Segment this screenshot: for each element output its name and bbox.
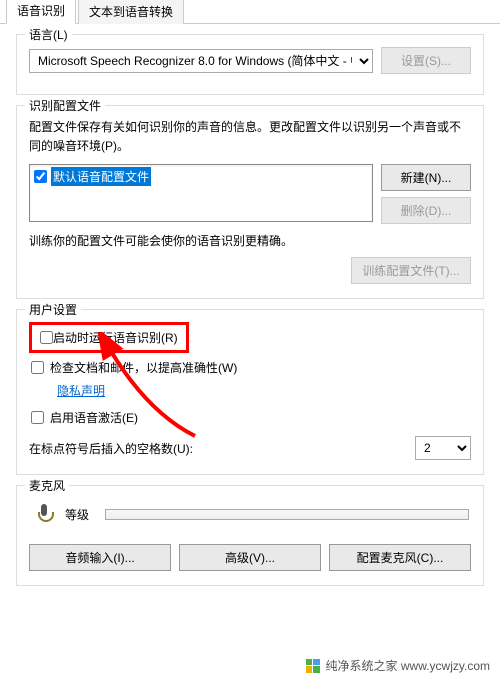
tab-tts[interactable]: 文本到语音转换	[78, 0, 184, 24]
configure-mic-button[interactable]: 配置麦克风(C)...	[329, 544, 471, 571]
delete-profile-button: 删除(D)...	[381, 197, 471, 224]
profile-item-default[interactable]: 默认语音配置文件	[30, 165, 372, 188]
spaces-select[interactable]: 2	[415, 436, 471, 460]
train-profile-button: 训练配置文件(T)...	[351, 257, 471, 284]
profile-group: 识别配置文件 配置文件保存有关如何识别你的声音的信息。更改配置文件以识别另一个声…	[16, 105, 484, 299]
profile-list[interactable]: 默认语音配置文件	[29, 164, 373, 222]
profile-description: 配置文件保存有关如何识别你的声音的信息。更改配置文件以识别另一个声音或不同的噪音…	[29, 118, 471, 156]
advanced-button[interactable]: 高级(V)...	[179, 544, 321, 571]
microphone-icon	[31, 502, 55, 526]
train-hint: 训练你的配置文件可能会使你的语音识别更精确。	[29, 232, 471, 249]
voice-activation-label: 启用语音激活(E)	[50, 409, 138, 426]
highlight-box: 启动时运行语音识别(R)	[29, 322, 189, 353]
run-at-startup-checkbox[interactable]	[40, 331, 53, 344]
language-group: 语言(L) Microsoft Speech Recognizer 8.0 fo…	[16, 34, 484, 95]
footer-text: 纯净系统之家 www.ycwjzy.com	[326, 657, 490, 674]
microphone-group: 麦克风 等级 音频输入(I)... 高级(V)... 配置麦克风(C)...	[16, 485, 484, 586]
run-at-startup-label: 启动时运行语音识别(R)	[53, 329, 178, 346]
footer: 纯净系统之家 www.ycwjzy.com	[306, 657, 490, 674]
language-group-title: 语言(L)	[25, 26, 72, 43]
user-settings-title: 用户设置	[25, 301, 81, 318]
new-profile-button[interactable]: 新建(N)...	[381, 164, 471, 191]
footer-logo-icon	[306, 659, 320, 673]
review-docs-checkbox[interactable]	[31, 361, 44, 374]
mic-level-bar	[105, 509, 469, 520]
profile-item-label: 默认语音配置文件	[51, 167, 151, 186]
profile-checkbox[interactable]	[34, 170, 47, 183]
microphone-group-title: 麦克风	[25, 477, 69, 494]
language-settings-button: 设置(S)...	[381, 47, 471, 74]
mic-level-label: 等级	[65, 506, 89, 523]
voice-activation-checkbox[interactable]	[31, 411, 44, 424]
profile-group-title: 识别配置文件	[25, 97, 105, 114]
user-settings-group: 用户设置 启动时运行语音识别(R) 检查文档和邮件，以提高准确性(W) 隐私声明…	[16, 309, 484, 475]
tab-speech-recognition[interactable]: 语音识别	[6, 0, 76, 24]
spaces-label: 在标点符号后插入的空格数(U):	[29, 440, 193, 457]
audio-input-button[interactable]: 音频输入(I)...	[29, 544, 171, 571]
language-select[interactable]: Microsoft Speech Recognizer 8.0 for Wind…	[29, 49, 373, 73]
review-docs-label: 检查文档和邮件，以提高准确性(W)	[50, 359, 237, 376]
privacy-link[interactable]: 隐私声明	[57, 382, 471, 399]
